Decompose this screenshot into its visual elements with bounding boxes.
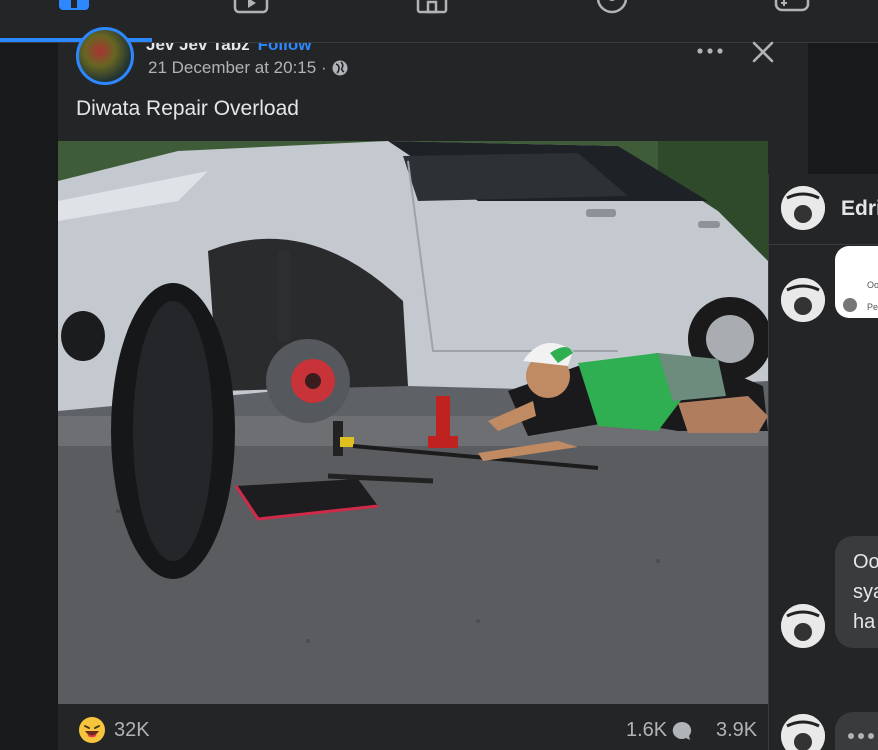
commenter-name[interactable]: Edri bbox=[841, 197, 878, 221]
post-footer: 32K 1.6K 3.9K bbox=[58, 711, 808, 750]
home-icon bbox=[59, 0, 89, 10]
commenter-avatar[interactable] bbox=[781, 186, 825, 230]
avatar-image bbox=[781, 604, 825, 648]
comment-bubble-1[interactable]: Oo Pe bbox=[835, 246, 878, 318]
avatar-image bbox=[781, 278, 825, 322]
left-gutter bbox=[0, 43, 58, 750]
globe-icon bbox=[332, 60, 348, 76]
video-icon bbox=[233, 0, 269, 14]
comments-count-text: 1.6K bbox=[626, 719, 668, 741]
car-repair-photo bbox=[58, 141, 768, 704]
avatar-image bbox=[781, 186, 825, 230]
comments-count[interactable]: 1.6K bbox=[626, 719, 693, 742]
more-icon bbox=[697, 48, 723, 54]
video-tab[interactable] bbox=[212, 0, 292, 42]
comment-bubble-3[interactable] bbox=[835, 712, 878, 750]
gaming-icon bbox=[774, 0, 810, 12]
groups-tab[interactable] bbox=[572, 0, 652, 42]
comment-line-3: ha bbox=[853, 611, 876, 633]
timestamp-text[interactable]: 21 December at 20:15 · bbox=[148, 58, 327, 78]
haha-reaction-icon[interactable] bbox=[78, 716, 106, 744]
author-avatar[interactable] bbox=[76, 27, 134, 85]
post-caption: Diwata Repair Overload bbox=[76, 97, 299, 120]
comment-avatar-3[interactable] bbox=[781, 714, 825, 750]
gaming-tab[interactable] bbox=[752, 0, 832, 42]
post-timestamp: 21 December at 20:15 · bbox=[148, 58, 349, 78]
comment-snippet-2: Pe bbox=[867, 302, 878, 312]
marketplace-icon bbox=[416, 0, 448, 14]
mini-avatar bbox=[843, 298, 857, 312]
comments-panel-header: Edri bbox=[769, 174, 878, 245]
shares-count[interactable]: 3.9K bbox=[716, 719, 757, 742]
comment-avatar-1[interactable] bbox=[781, 278, 825, 322]
comments-panel: Edri Oo Pe Oo sya ha bbox=[768, 174, 878, 750]
comment-avatar-2[interactable] bbox=[781, 604, 825, 648]
comment-line-2: sya bbox=[853, 581, 878, 603]
more-options-button[interactable] bbox=[692, 41, 728, 61]
close-icon bbox=[752, 41, 774, 63]
comment-snippet-1: Oo bbox=[867, 280, 878, 290]
typing-dots-icon bbox=[848, 733, 874, 739]
marketplace-tab[interactable] bbox=[392, 0, 472, 42]
avatar-image bbox=[781, 714, 825, 750]
comment-line-1: Oo bbox=[853, 551, 878, 573]
post-card: Jev Jev Tabz Follow 21 December at 20:15 … bbox=[58, 27, 808, 750]
close-button[interactable] bbox=[748, 37, 778, 67]
top-navigation bbox=[0, 0, 878, 43]
reactions-count[interactable]: 32K bbox=[114, 719, 150, 742]
comment-icon bbox=[672, 721, 692, 740]
groups-icon bbox=[596, 0, 628, 14]
post-header: Jev Jev Tabz Follow 21 December at 20:15 … bbox=[58, 27, 808, 141]
post-photo[interactable] bbox=[58, 141, 768, 704]
